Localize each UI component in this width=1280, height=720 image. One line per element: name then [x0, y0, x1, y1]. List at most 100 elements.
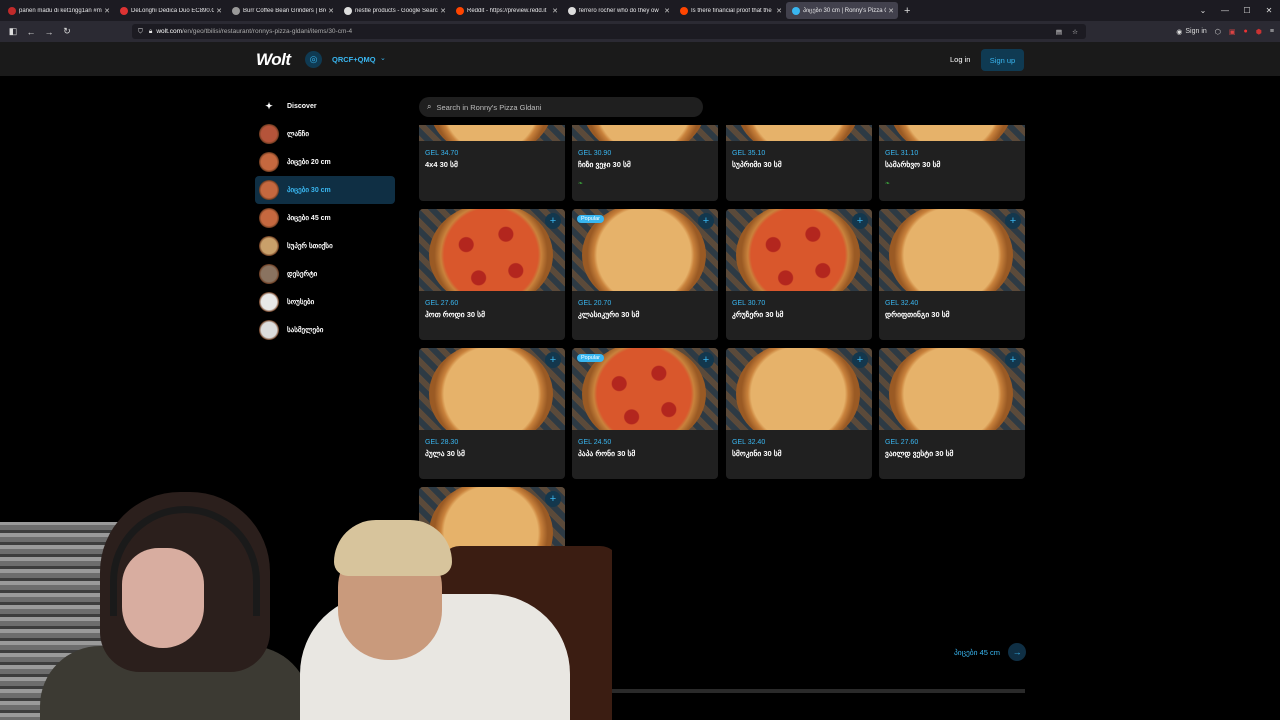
menu-item-card[interactable]: + GEL 30.70 კრუზერი 30 სმ	[726, 209, 872, 340]
tab-title: Burr Coffee Bean Grinders | Bre	[243, 7, 327, 14]
browser-tab[interactable]: ferrero rocher who do they ow ✕	[562, 0, 674, 21]
login-button[interactable]: Log in	[950, 55, 970, 64]
chevron-down-icon[interactable]: ⌄	[380, 54, 386, 62]
tab-list-icon[interactable]: ⌄	[1192, 6, 1214, 15]
menu-item-card[interactable]: + GEL 28.30 პულა 30 სმ	[419, 348, 565, 479]
browser-tab[interactable]: Is there financial proof that the ✕	[674, 0, 786, 21]
new-tab-button[interactable]: +	[904, 5, 910, 17]
close-tab-icon[interactable]: ✕	[664, 7, 670, 15]
sidebar-category-item[interactable]: სასმელები	[255, 316, 395, 344]
item-price: GEL 30.90	[578, 150, 612, 157]
sidebar-category-item[interactable]: პიცები 45 cm	[255, 204, 395, 232]
bookmark-star-icon[interactable]: ☆	[1072, 28, 1078, 36]
menu-item-card[interactable]: + GEL 32.40 სმოკინი 30 სმ	[726, 348, 872, 479]
vegetarian-leaf-icon: ❧	[578, 181, 584, 187]
browser-tab[interactable]: DeLonghi Dedica Duo EC890.GR ✕	[114, 0, 226, 21]
menu-item-card[interactable]: + GEL 32.40 დრიფთინგი 30 სმ	[879, 209, 1025, 340]
menu-search-input[interactable]: ⌕ Search in Ronny's Pizza Gldani	[419, 97, 703, 117]
maximize-button[interactable]: ☐	[1236, 6, 1258, 15]
menu-item-card[interactable]: GEL 30.90 ჩიზი ვეჯი 30 სმ ❧	[572, 125, 718, 201]
add-to-cart-button[interactable]: +	[1005, 352, 1021, 368]
extensions-icon[interactable]: ⬡	[1215, 28, 1221, 36]
sidebar-category-item[interactable]: სუპერ სთიქსი	[255, 232, 395, 260]
item-name: ჰოთ როდი 30 სმ	[425, 310, 486, 319]
window-controls: ⌄ — ☐ ✕	[1192, 0, 1280, 21]
close-tab-icon[interactable]: ✕	[104, 7, 110, 15]
add-to-cart-button[interactable]: +	[698, 213, 714, 229]
menu-item-card[interactable]: + GEL 27.60 ვაილდ ვესტი 30 სმ	[879, 348, 1025, 479]
item-price: GEL 24.50	[578, 439, 612, 446]
tab-favicon-icon	[456, 6, 464, 15]
reload-button[interactable]: ↻	[58, 26, 76, 37]
account-sign-in[interactable]: ◉ Sign in	[1176, 28, 1207, 36]
popular-badge: Popular	[577, 354, 604, 362]
close-tab-icon[interactable]: ✕	[328, 7, 334, 15]
add-to-cart-button[interactable]: +	[698, 352, 714, 368]
forward-button[interactable]: →	[40, 27, 58, 37]
item-name: პულა 30 სმ	[425, 449, 465, 458]
back-button[interactable]: ←	[22, 27, 40, 37]
sidebar-toggle-icon[interactable]: ◧	[4, 26, 22, 37]
item-name: კრუზერი 30 სმ	[732, 310, 784, 319]
shield-icon[interactable]: ⛉	[138, 28, 143, 36]
category-thumbnail	[259, 208, 279, 228]
pizza-image: +	[419, 348, 565, 430]
browser-tab[interactable]: Reddit - https://preview.redd.it ✕	[450, 0, 562, 21]
location-selector[interactable]: QRCF+QMQ	[332, 55, 376, 64]
next-category-link[interactable]: პიცები 45 cm →	[954, 643, 1027, 661]
location-pin-icon[interactable]: ◎	[305, 51, 322, 68]
close-tab-icon[interactable]: ✕	[440, 7, 446, 15]
sidebar-category-item[interactable]: დესერტი	[255, 260, 395, 288]
signup-button[interactable]: Sign up	[981, 49, 1024, 71]
adblock-icon[interactable]: ⬢	[1256, 28, 1262, 36]
sidebar-item-discover[interactable]: ✦ Discover	[255, 92, 395, 120]
category-thumbnail	[259, 236, 279, 256]
close-tab-icon[interactable]: ✕	[552, 7, 558, 15]
lock-icon[interactable]: 🔒︎	[149, 28, 152, 36]
wolt-logo[interactable]: Wolt	[256, 50, 291, 70]
add-to-cart-button[interactable]: +	[545, 352, 561, 368]
sidebar-category-item[interactable]: ლანჩი	[255, 120, 395, 148]
item-price: GEL 32.40	[732, 439, 766, 446]
add-to-cart-button[interactable]: +	[1005, 213, 1021, 229]
sidebar-category-item[interactable]: სოუსები	[255, 288, 395, 316]
add-to-cart-button[interactable]: +	[852, 352, 868, 368]
search-placeholder: Search in Ronny's Pizza Gldani	[436, 102, 542, 112]
sidebar-category-item[interactable]: პიცები 20 cm	[255, 148, 395, 176]
pizza-image	[726, 125, 872, 141]
browser-tab[interactable]: Burr Coffee Bean Grinders | Bre ✕	[226, 0, 338, 21]
browser-toolbar-right: ◉ Sign in ⬡ ▣ ● ⬢ ≡	[1176, 21, 1274, 42]
pizza-image: +	[419, 209, 565, 291]
browser-tab[interactable]: პიცები 30 cm | Ronny's Pizza G ✕	[786, 2, 898, 19]
close-tab-icon[interactable]: ✕	[888, 7, 894, 15]
menu-item-card[interactable]: + GEL 27.60 ჰოთ როდი 30 სმ	[419, 209, 565, 340]
sidebar-category-item[interactable]: პიცები 30 cm	[255, 176, 395, 204]
minimize-button[interactable]: —	[1214, 6, 1236, 15]
menu-item-card[interactable]: GEL 34.70 4x4 30 სმ	[419, 125, 565, 201]
menu-item-card[interactable]: Popular + GEL 24.50 პაპა რონი 30 სმ	[572, 348, 718, 479]
item-price: GEL 32.40	[885, 300, 919, 307]
browser-tab[interactable]: panen madu di ket1ngg1an #m ✕	[2, 0, 114, 21]
sidebar-item-label: დესერტი	[287, 271, 318, 278]
item-price: GEL 27.60	[885, 439, 919, 446]
tab-favicon-icon	[680, 6, 688, 15]
youtube-extension-icon[interactable]: ●	[1244, 28, 1248, 35]
pizza-image: Popular +	[572, 348, 718, 430]
sign-in-label: Sign in	[1185, 28, 1207, 35]
pizza-image	[879, 125, 1025, 141]
extension-badge-icon[interactable]: ▣	[1229, 28, 1236, 36]
menu-item-card[interactable]: GEL 31.10 სამარხვო 30 სმ ❧	[879, 125, 1025, 201]
menu-item-card[interactable]: GEL 35.10 სუპრიმი 30 სმ	[726, 125, 872, 201]
reader-view-icon[interactable]: ▤	[1056, 28, 1062, 36]
add-to-cart-button[interactable]: +	[545, 213, 561, 229]
menu-icon[interactable]: ≡	[1270, 28, 1274, 35]
address-bar[interactable]: ⛉ 🔒︎ wolt.com/en/geo/tbilisi/restaurant/…	[132, 24, 1086, 39]
close-tab-icon[interactable]: ✕	[216, 7, 222, 15]
category-thumbnail	[259, 320, 279, 340]
menu-item-card[interactable]: Popular + GEL 20.70 კლასიკური 30 სმ	[572, 209, 718, 340]
browser-tab[interactable]: nestle products - Google Search ✕	[338, 0, 450, 21]
add-to-cart-button[interactable]: +	[852, 213, 868, 229]
close-tab-icon[interactable]: ✕	[776, 7, 782, 15]
close-window-button[interactable]: ✕	[1258, 6, 1280, 15]
account-icon: ◉	[1176, 28, 1183, 36]
